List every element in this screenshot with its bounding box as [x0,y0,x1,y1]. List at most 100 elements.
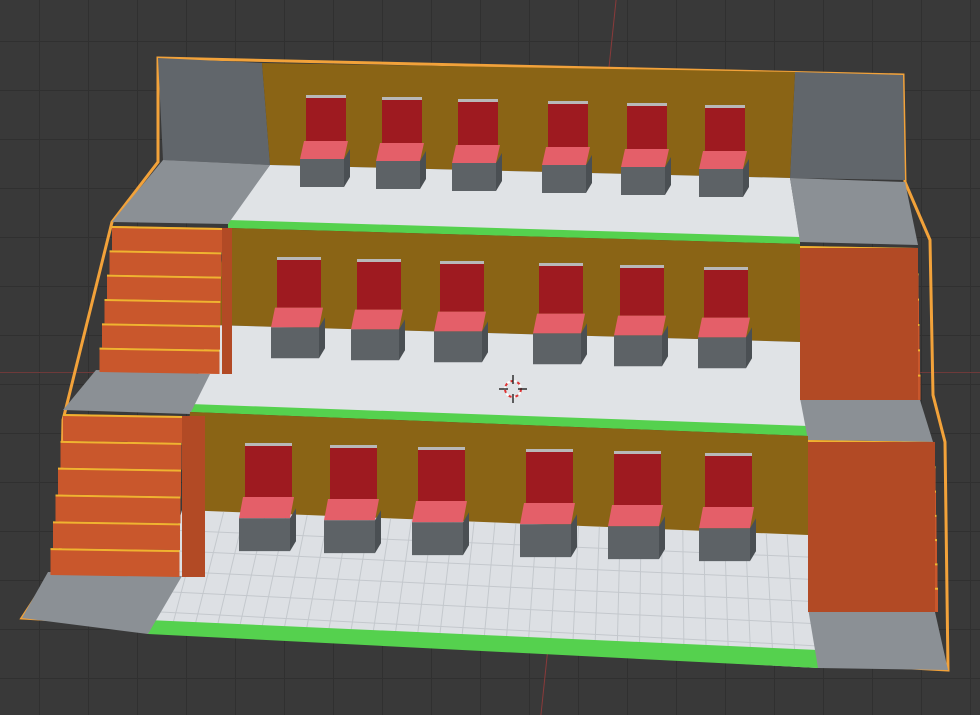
seat-base [520,524,571,558]
seat-back [458,99,498,145]
seat-cushion [542,147,590,165]
left-landing-lower [63,370,210,414]
seat [271,257,325,359]
stair-step [104,299,221,326]
right-landing-lower [800,398,933,442]
seat [351,259,405,361]
seat-back-top [440,261,484,264]
seat-back [330,445,377,500]
seat-back [614,451,661,506]
seat-back-top [382,97,422,100]
seat-back [245,443,292,498]
seat-back [704,267,748,318]
auditorium-model[interactable] [0,0,980,715]
seat-cushion [533,313,585,334]
seat-base [533,333,581,365]
left-stairs-upper [99,226,232,374]
right-landing-bottom [808,608,948,670]
stair-side [222,228,232,374]
seat [434,261,488,363]
seat-back-top [548,101,588,104]
seat-back-top [357,259,401,262]
stair-step [55,494,181,524]
seat-back-top [705,453,752,456]
stair-side [808,442,935,612]
seat-base [351,329,399,361]
seat-back-top [539,263,583,266]
seat-base [376,161,420,189]
seat [324,445,381,554]
seat-back [620,265,664,316]
seat-cushion [621,149,669,167]
seat [376,97,426,189]
seat [699,105,749,197]
seat-back-top [627,103,667,106]
stair-step [102,323,220,350]
seat-back [705,453,752,508]
seat [533,263,587,365]
seat-back-top [705,105,745,108]
seat-back [627,103,667,149]
seat-back [705,105,745,151]
seat-back-top [704,267,748,270]
stair-step [60,440,182,470]
seat-base [699,169,743,197]
seat-cushion [376,143,424,161]
seat-cushion [271,307,323,328]
seat-back [548,101,588,147]
seat-base [412,522,463,556]
seat [608,451,665,560]
seat-back-top [526,449,573,452]
seat-back-top [277,257,321,260]
seat-back-top [245,443,292,446]
seat [542,101,592,193]
seat-cushion [351,309,403,330]
seat-cushion [699,151,747,169]
stair-step [107,274,221,301]
stair-step [63,414,182,443]
seat-base [698,337,746,369]
seat [300,95,350,187]
seat-back-top [458,99,498,102]
seat-back [526,449,573,504]
seat-base [452,163,496,191]
seat-back-top [418,447,465,450]
seat [452,99,502,191]
stair-step [109,250,222,277]
seat-back [539,263,583,314]
seat-cushion [614,315,666,336]
seat-base [239,518,290,552]
back-right-wall [790,72,905,180]
stair-step [112,226,222,253]
stair-side [182,416,205,577]
seat-back-top [614,451,661,454]
seat-base [271,327,319,359]
seat-base [434,331,482,363]
seat-back-top [306,95,346,98]
seat [614,265,668,367]
right-stairs-lower [808,440,938,612]
seat-base [614,335,662,367]
seat-back [306,95,346,141]
seat-base [608,526,659,560]
seat-back [357,259,401,310]
stair-side [800,248,918,400]
seat-back [382,97,422,143]
3d-viewport[interactable] [0,0,980,715]
seat-base [699,528,750,562]
seat-cushion [608,505,663,527]
back-left-wall [158,58,270,165]
seat-base [542,165,586,193]
right-landing-upper [790,178,918,245]
seat [699,453,756,562]
seat-cushion [698,317,750,338]
right-stairs-upper [800,246,921,400]
stair-step [53,521,180,551]
seat [621,103,671,195]
seat [520,449,577,558]
seat-base [324,520,375,554]
seat-cushion [412,501,467,523]
seat-cushion [520,503,575,525]
3d-cursor-icon[interactable] [499,375,527,403]
seat [239,443,296,552]
